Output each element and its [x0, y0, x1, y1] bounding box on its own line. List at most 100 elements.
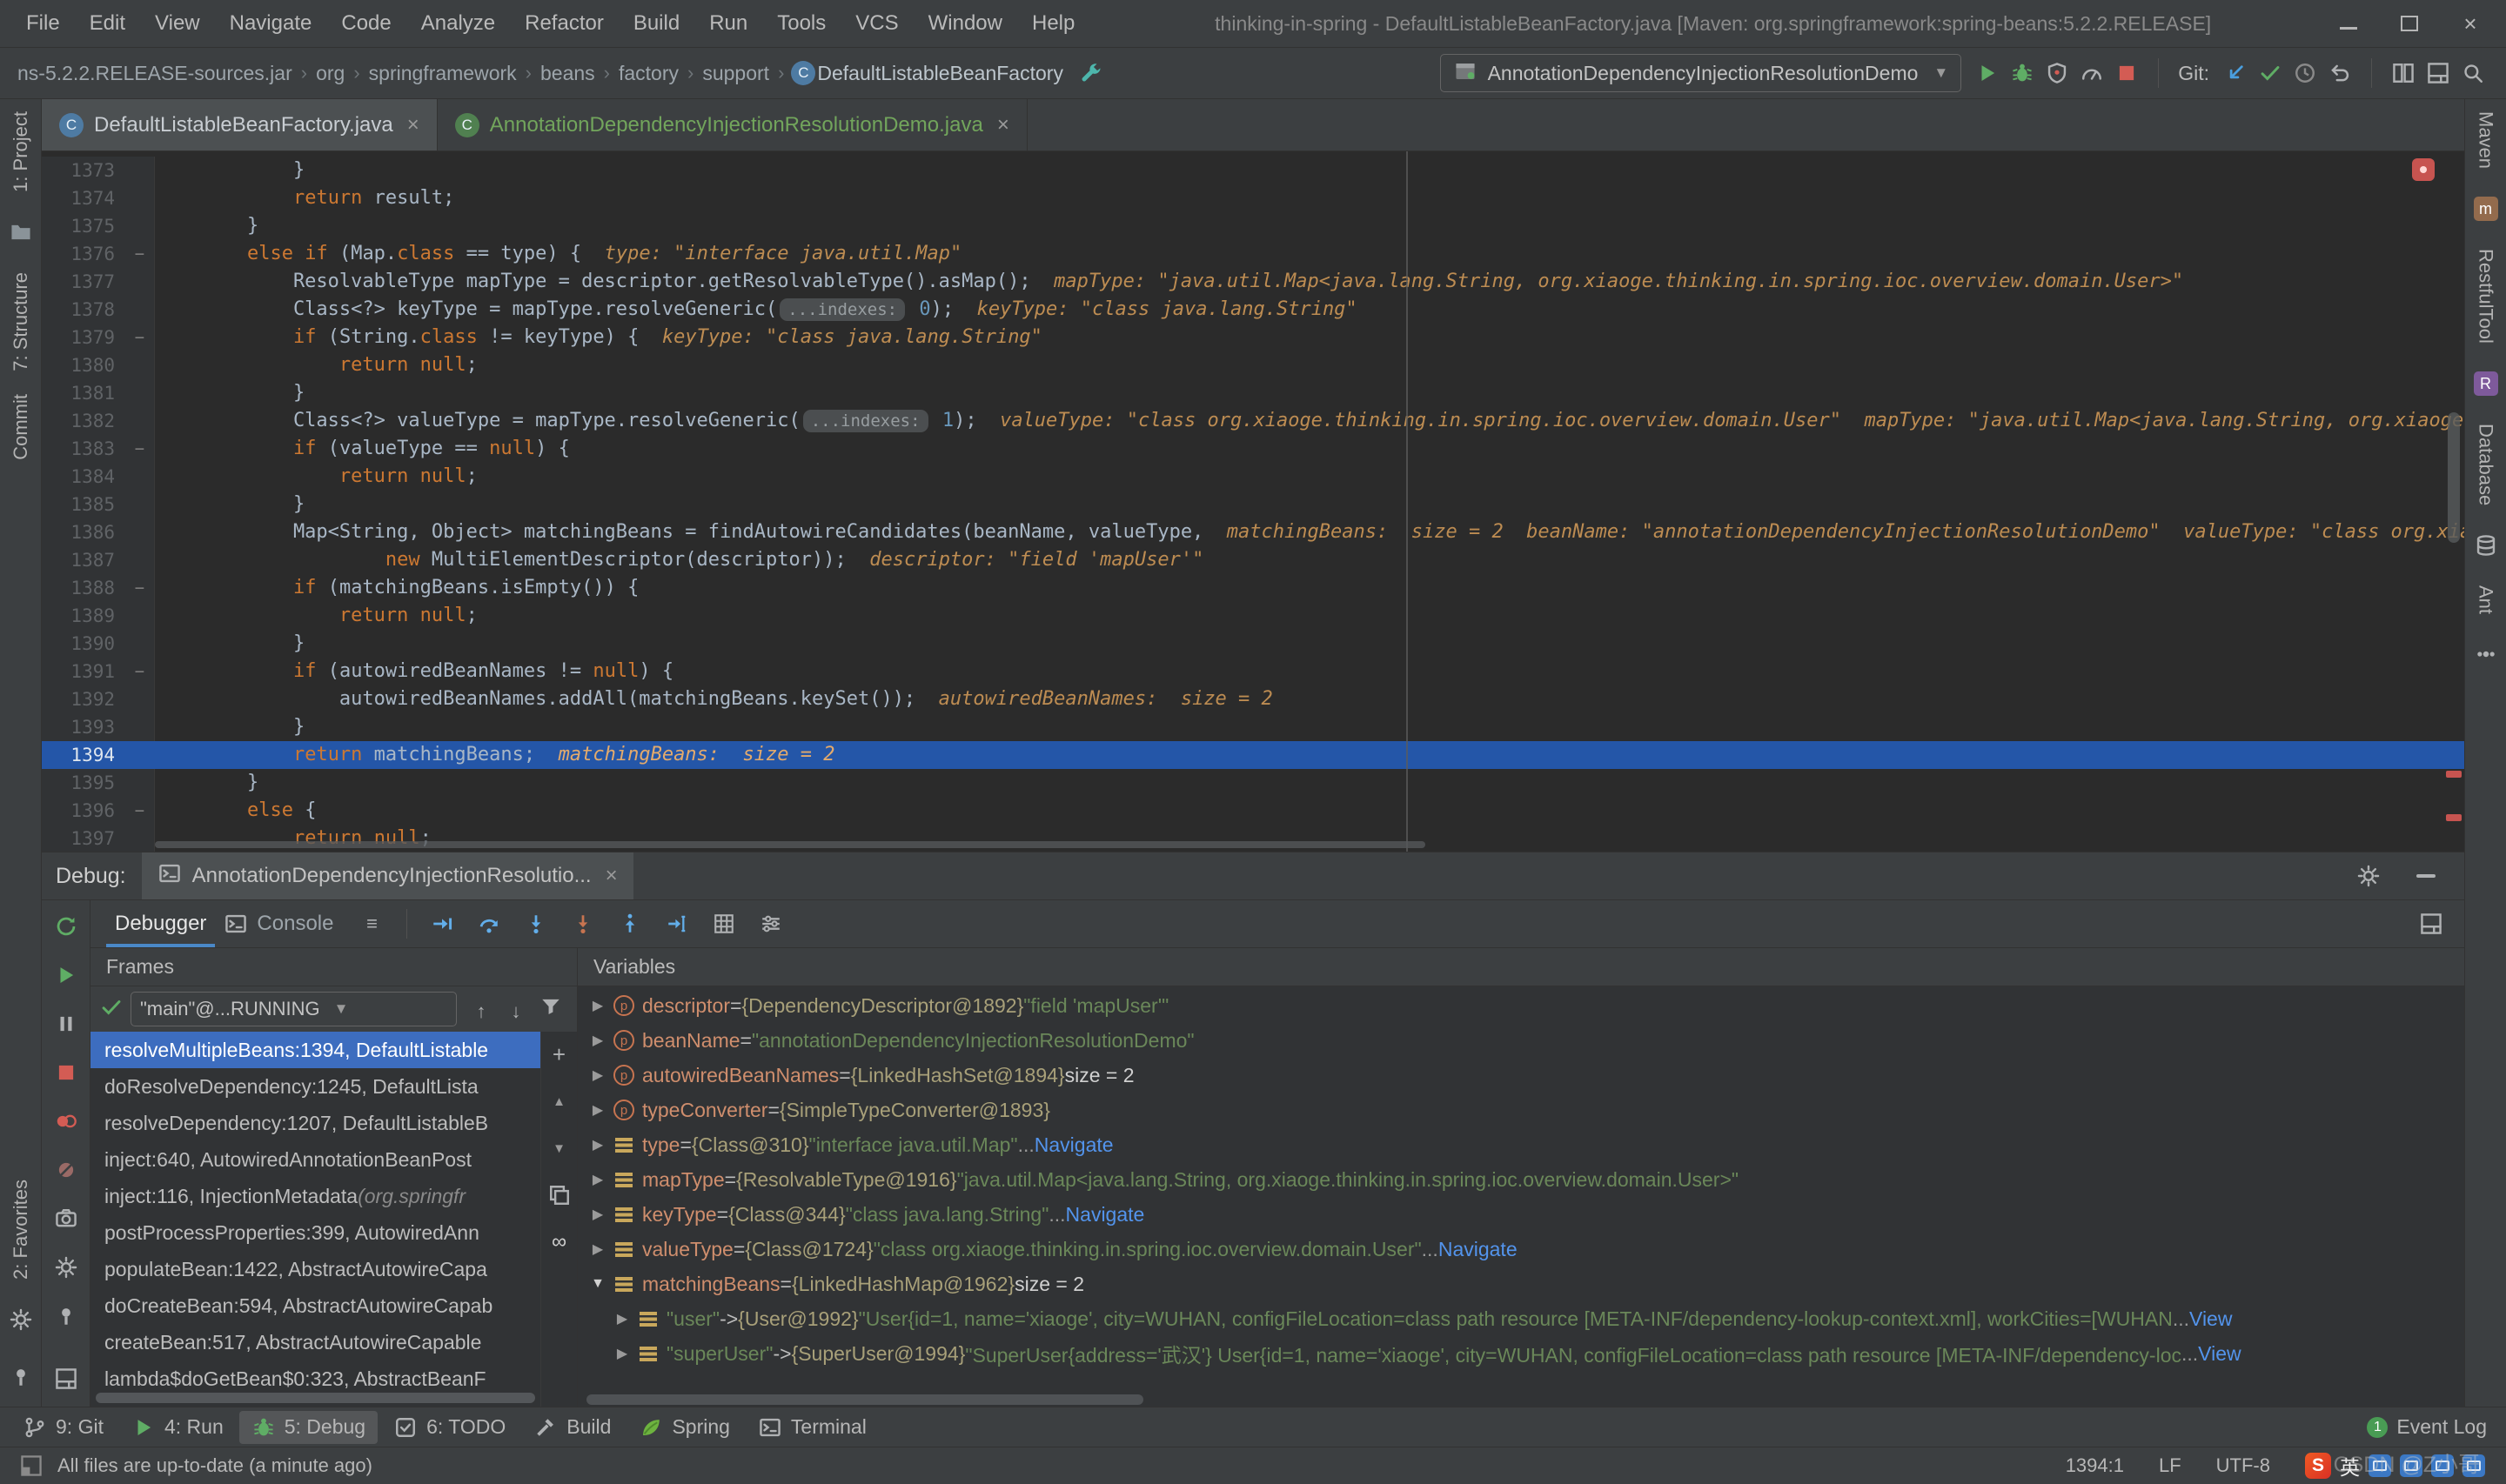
ime-mode-indicator[interactable]: 英	[2340, 1451, 2360, 1481]
editor-vertical-scrollbar[interactable]	[2442, 151, 2464, 852]
stack-frame[interactable]: resolveDependency:1207, DefaultListableB	[90, 1105, 540, 1141]
expand-arrow[interactable]: ▶	[585, 1101, 611, 1119]
toolwindow-button-6-todo[interactable]: 6: TODO	[381, 1411, 518, 1444]
line-number[interactable]: 1389	[42, 602, 125, 630]
line-number[interactable]: 1387	[42, 546, 125, 574]
navigate-link[interactable]: Navigate	[1035, 1133, 1114, 1157]
toolwindow-button-spring[interactable]: Spring	[626, 1411, 741, 1444]
navigate-link[interactable]: View	[2198, 1342, 2241, 1366]
line-number[interactable]: 1375	[42, 212, 125, 240]
line-number[interactable]: 1388	[42, 574, 125, 602]
line-number[interactable]: 1380	[42, 351, 125, 379]
diff-button[interactable]	[2386, 56, 2421, 90]
restful-button[interactable]: R	[2469, 366, 2503, 401]
line-number[interactable]: 1393	[42, 713, 125, 741]
code-line-1379[interactable]: 1379− if (String.class != keyType) { key…	[42, 324, 2464, 351]
menu-view[interactable]: View	[141, 4, 214, 43]
line-number[interactable]: 1392	[42, 685, 125, 713]
line-number[interactable]: 1395	[42, 769, 125, 797]
stripe-item-7-structure[interactable]: 7: Structure	[10, 272, 32, 371]
stack-frame[interactable]: createBean:517, AbstractAutowireCapable	[90, 1324, 540, 1360]
code-line-1377[interactable]: 1377 ResolvableType mapType = descriptor…	[42, 268, 2464, 296]
stripe-item-2-favorites[interactable]: 2: Favorites	[10, 1180, 32, 1280]
stack-frame[interactable]: inject:640, AutowiredAnnotationBeanPost	[90, 1141, 540, 1178]
menu-vcs[interactable]: VCS	[841, 4, 912, 43]
encoding-widget[interactable]: UTF-8	[2216, 1454, 2270, 1477]
commit-button[interactable]	[2253, 56, 2288, 90]
variables-horizontal-scrollbar[interactable]	[586, 1394, 1143, 1405]
expand-arrow[interactable]: ▶	[585, 1066, 611, 1084]
scrollbar-thumb[interactable]	[2448, 412, 2460, 543]
code-line-1378[interactable]: 1378 Class<?> keyType = mapType.resolveG…	[42, 296, 2464, 324]
variable-row[interactable]: ▶ p typeConverter = {SimpleTypeConverter@1…	[578, 1093, 2464, 1127]
folder-button[interactable]	[3, 215, 38, 250]
pin-button[interactable]	[3, 1360, 38, 1394]
expand-arrow[interactable]: ▶	[585, 1032, 611, 1049]
menu-refactor[interactable]: Refactor	[511, 4, 618, 43]
line-number[interactable]: 1390	[42, 630, 125, 658]
stripe-item-restfultool[interactable]: RestfulTool	[2475, 249, 2497, 344]
code-line-1384[interactable]: 1384 return null;	[42, 463, 2464, 491]
line-number[interactable]: 1381	[42, 379, 125, 407]
fold-marker[interactable]: −	[125, 574, 155, 602]
debug-session-tab[interactable]: AnnotationDependencyInjectionResolutio..…	[141, 852, 633, 899]
code-line-1389[interactable]: 1389 return null;	[42, 602, 2464, 630]
menu-tools[interactable]: Tools	[763, 4, 840, 43]
line-number[interactable]: 1377	[42, 268, 125, 296]
search-button[interactable]	[2456, 56, 2490, 90]
debugger-menu-button[interactable]: ≡	[354, 906, 389, 941]
inspection-error-badge[interactable]	[2412, 158, 2435, 181]
menu-run[interactable]: Run	[695, 4, 761, 43]
line-number[interactable]: 1384	[42, 463, 125, 491]
variable-row[interactable]: ▶ "user" -> {User@1992} "User{id=1, name=…	[578, 1301, 2464, 1336]
variable-row[interactable]: ▶ valueType = {Class@1724} "class org.xia…	[578, 1232, 2464, 1267]
menu-build[interactable]: Build	[620, 4, 694, 43]
fold-marker[interactable]: −	[125, 435, 155, 463]
copy-stack-button[interactable]	[542, 1178, 577, 1213]
fold-marker[interactable]: −	[125, 324, 155, 351]
scroll-down-button[interactable]: ▼	[542, 1131, 577, 1166]
stack-frame[interactable]: lambda$doGetBean$0:323, AbstractBeanF	[90, 1360, 540, 1397]
menu-navigate[interactable]: Navigate	[216, 4, 326, 43]
code-line-1392[interactable]: 1392 autowiredBeanNames.addAll(matchingB…	[42, 685, 2464, 713]
hide-panel-button[interactable]	[2409, 859, 2443, 893]
minimize-button[interactable]	[2337, 12, 2360, 35]
code-line-1375[interactable]: 1375 }	[42, 212, 2464, 240]
variable-row[interactable]: ▶ type = {Class@310} "interface java.util…	[578, 1127, 2464, 1162]
line-number[interactable]: 1396	[42, 797, 125, 825]
stripe-item-ant[interactable]: Ant	[2475, 585, 2497, 614]
toolwindow-button-build[interactable]: Build	[521, 1411, 623, 1444]
line-number[interactable]: 1391	[42, 658, 125, 685]
code-line-1388[interactable]: 1388− if (matchingBeans.isEmpty()) {	[42, 574, 2464, 602]
line-number[interactable]: 1376	[42, 240, 125, 268]
line-number[interactable]: 1394	[42, 741, 125, 769]
close-icon[interactable]: ×	[404, 113, 419, 137]
layout-button[interactable]	[49, 1361, 84, 1396]
menu-edit[interactable]: Edit	[76, 4, 139, 43]
settings-button[interactable]	[2351, 859, 2386, 893]
resume-button[interactable]	[49, 958, 84, 993]
event-log-button[interactable]: Event Log	[2396, 1415, 2487, 1439]
variable-row[interactable]: ▶ p beanName = "annotationDependencyInject…	[578, 1023, 2464, 1058]
navigate-link[interactable]: View	[2189, 1307, 2232, 1331]
line-number[interactable]: 1373	[42, 157, 125, 184]
fold-marker[interactable]: −	[125, 240, 155, 268]
filter-button[interactable]	[533, 989, 568, 1024]
frame-down-button[interactable]: ↓	[499, 994, 533, 1029]
pin-button[interactable]	[49, 1299, 84, 1334]
debug-button[interactable]	[2005, 56, 2040, 90]
layout-button[interactable]	[2414, 906, 2449, 941]
ime-logo[interactable]: S	[2305, 1453, 2331, 1479]
menu-help[interactable]: Help	[1018, 4, 1089, 43]
scroll-up-button[interactable]: ▲	[542, 1084, 577, 1119]
menu-code[interactable]: Code	[327, 4, 405, 43]
menu-window[interactable]: Window	[915, 4, 1016, 43]
view-breakpoints-button[interactable]	[49, 1104, 84, 1139]
thread-dropdown[interactable]: "main"@...RUNNING ▼	[131, 992, 457, 1026]
toolwindow-button-5-debug[interactable]: 5: Debug	[238, 1410, 379, 1444]
expand-arrow[interactable]: ▶	[585, 1206, 611, 1223]
breadcrumb-class[interactable]: DefaultListableBeanFactory	[815, 60, 1065, 87]
switcher-button[interactable]	[14, 1448, 49, 1483]
code-line-1391[interactable]: 1391− if (autowiredBeanNames != null) {	[42, 658, 2464, 685]
caret-position-widget[interactable]: 1394:1	[2066, 1454, 2124, 1477]
